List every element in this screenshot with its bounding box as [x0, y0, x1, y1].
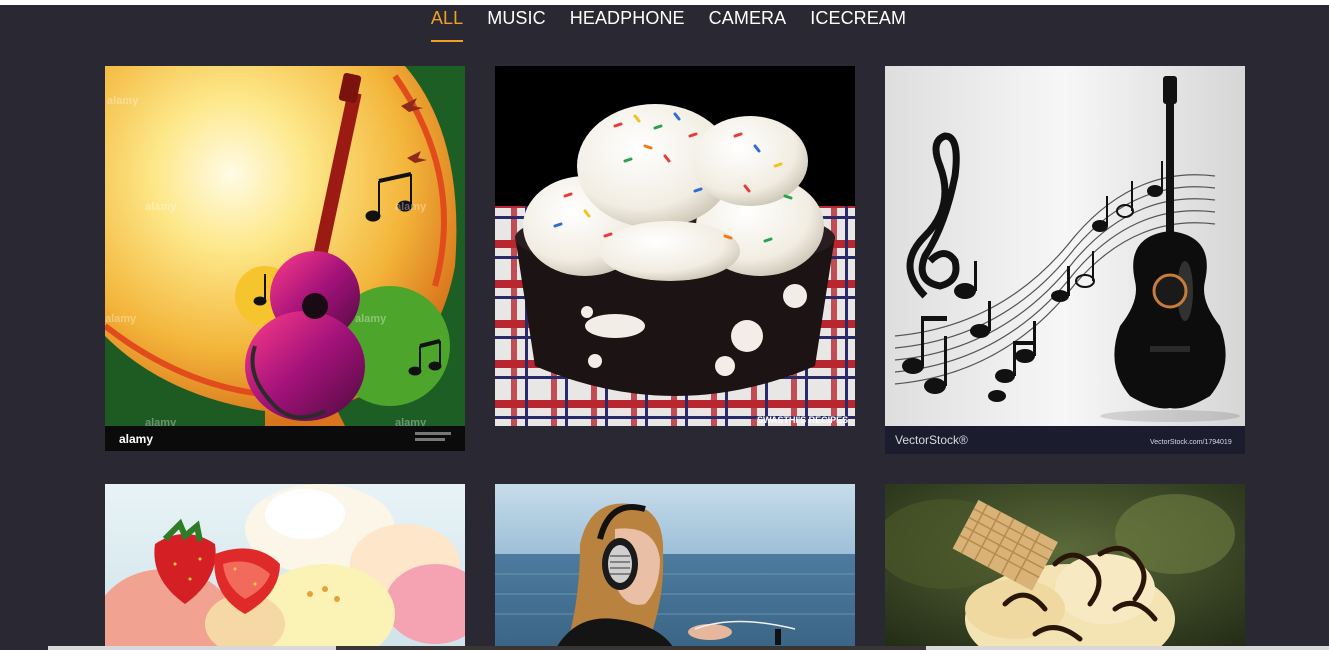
gallery-item-icecream-sundae[interactable] — [885, 484, 1245, 650]
filter-camera[interactable]: CAMERA — [709, 5, 787, 37]
gallery-item-guitar-notes[interactable]: VectorStock® VectorStock.com/1794019 — [885, 66, 1245, 454]
filter-nav: ALL MUSIC HEADPHONE CAMERA ICECREAM — [4, 5, 1329, 42]
svg-text:alamy: alamy — [107, 95, 139, 107]
vectorstock-watermark: VectorStock® — [895, 433, 968, 447]
filter-headphone[interactable]: HEADPHONE — [570, 5, 685, 37]
icecream-bowl-image: SWASTHI'S RECIPES — [495, 66, 855, 426]
filter-icecream[interactable]: ICECREAM — [810, 5, 906, 37]
svg-text:alamy: alamy — [395, 201, 427, 213]
gallery-item-icecream-strawberries[interactable] — [105, 484, 465, 650]
filter-all[interactable]: ALL — [430, 5, 464, 42]
icecream-strawberries-image — [105, 484, 465, 650]
gallery-item-guitar-art[interactable]: alamy alamy alamy alamy alamy alamy alam… — [105, 66, 465, 451]
vectorstock-url: VectorStock.com/1794019 — [1150, 439, 1232, 446]
swasthis-recipes-watermark: SWASTHI'S RECIPES — [757, 415, 848, 425]
svg-text:alamy: alamy — [105, 313, 137, 325]
gallery-item-icecream-bowl[interactable]: SWASTHI'S RECIPES — [495, 66, 855, 426]
icecream-sundae-image — [885, 484, 1245, 650]
headphones-woman-image — [495, 484, 855, 650]
svg-text:alamy: alamy — [355, 313, 387, 325]
svg-text:alamy: alamy — [145, 201, 177, 213]
gallery-item-headphones-woman[interactable] — [495, 484, 855, 650]
guitar-notes-image: VectorStock® VectorStock.com/1794019 — [885, 66, 1245, 454]
alamy-watermark: alamy — [119, 432, 153, 446]
filter-music[interactable]: MUSIC — [487, 5, 546, 37]
guitar-art-image: alamy alamy alamy alamy alamy alamy alam… — [105, 66, 465, 451]
bottom-scrollbar-thumb[interactable] — [336, 646, 926, 650]
